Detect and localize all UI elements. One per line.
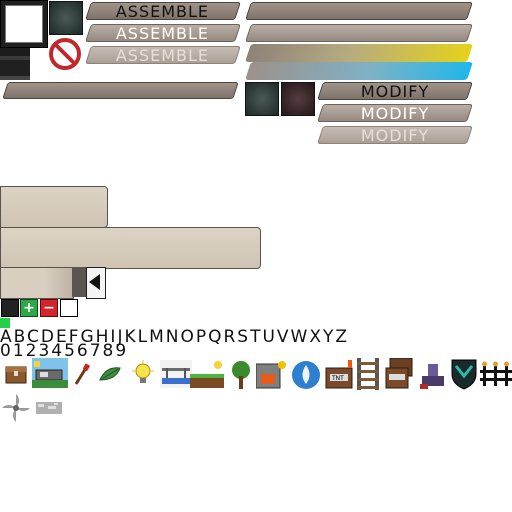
minus-button[interactable]: − [40,299,58,317]
modify-button-hover[interactable]: MODIFY [317,104,473,123]
furnace-icon [256,361,286,389]
lamp-icon [132,360,154,383]
slot-dark-green[interactable] [245,82,279,116]
scroll-grip[interactable] [72,267,86,297]
tnt-icon: TNT [325,360,353,389]
blank-bar-hover [245,24,473,42]
fence-icon [480,361,512,386]
svg-text:TNT: TNT [331,375,344,382]
assemble-button[interactable]: ASSEMBLE [85,2,241,21]
arrow-left-icon[interactable] [88,274,102,290]
minecart-icon [32,358,68,388]
slot-strip [0,48,30,80]
water-icon [292,361,320,389]
farmland-icon [190,361,224,388]
assemble-button-disabled: ASSEMBLE [85,46,241,65]
dust-icon [36,402,62,414]
panel-wide [0,227,261,269]
blank-bar [245,2,473,20]
chest-icon [5,366,27,384]
slot-dark[interactable] [49,1,83,35]
blank-button-left[interactable] [2,82,239,99]
tnt-stack-icon [385,358,413,389]
torch-icon [74,363,91,385]
yellow-gauge [245,44,473,62]
anvil-icon [420,364,444,389]
assemble-button-hover[interactable]: ASSEMBLE [85,24,241,43]
ladder-rail-icon [357,358,379,390]
blue-gauge [245,62,473,80]
panel-small [0,186,108,228]
no-entry-icon [49,38,81,70]
color-swatch-white[interactable] [60,299,78,317]
slot-selected-inner [5,5,43,43]
plus-button[interactable]: + [20,299,38,317]
modify-button-disabled: MODIFY [317,126,473,145]
color-swatch-black[interactable] [1,299,19,317]
fan-icon [2,394,30,422]
slot-dark-red[interactable] [281,82,315,116]
rail-bridge-icon [160,360,192,388]
panel-scroll[interactable] [0,267,74,299]
tree-icon [232,361,250,389]
shield-icon [451,359,477,390]
modify-button[interactable]: MODIFY [317,82,473,101]
leaf-icon [99,367,121,381]
